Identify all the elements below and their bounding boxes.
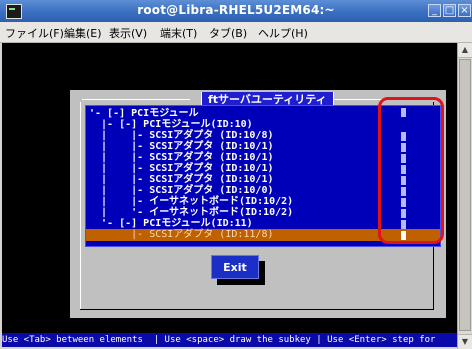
title-bar[interactable]: root@Libra-RHEL5U2EM64:~ _ □ ×	[0, 0, 472, 23]
status-hint-bar: Use <Tab> between elements | Use <space>…	[2, 333, 457, 347]
terminal-window: root@Libra-RHEL5U2EM64:~ _ □ × ファイル(F) 編…	[0, 0, 472, 349]
vertical-scrollbar[interactable]: ▲ ▼	[457, 43, 472, 349]
dialog-top-rule-left	[82, 99, 190, 100]
tree-row-selected-label: |- SCSIアダプタ (ID:11/8)	[89, 229, 274, 240]
close-button[interactable]: ×	[458, 4, 471, 17]
menu-view[interactable]: 表示(V)	[109, 25, 147, 41]
menu-terminal[interactable]: 端末(T)	[160, 25, 197, 41]
arrow-down-icon[interactable]: ▼	[458, 334, 472, 349]
minimize-button[interactable]: _	[428, 4, 441, 17]
menu-edit[interactable]: 編集(E)	[64, 25, 102, 41]
annotation-highlight-box	[378, 97, 444, 244]
maximize-button[interactable]: □	[443, 4, 456, 17]
menu-help[interactable]: ヘルプ(H)	[258, 25, 308, 41]
menu-bar: ファイル(F) 編集(E) 表示(V) 端末(T) タブ(B) ヘルプ(H)	[0, 22, 472, 43]
scrollbar-thumb[interactable]	[459, 59, 471, 331]
menu-tabs[interactable]: タブ(B)	[209, 25, 247, 41]
dialog-left-rule	[80, 102, 81, 310]
dialog-bottom-rule	[80, 309, 434, 310]
menu-file[interactable]: ファイル(F)	[5, 25, 64, 41]
arrow-up-icon[interactable]: ▲	[458, 43, 472, 58]
window-title: root@Libra-RHEL5U2EM64:~	[137, 3, 335, 17]
exit-button[interactable]: Exit	[211, 255, 259, 279]
